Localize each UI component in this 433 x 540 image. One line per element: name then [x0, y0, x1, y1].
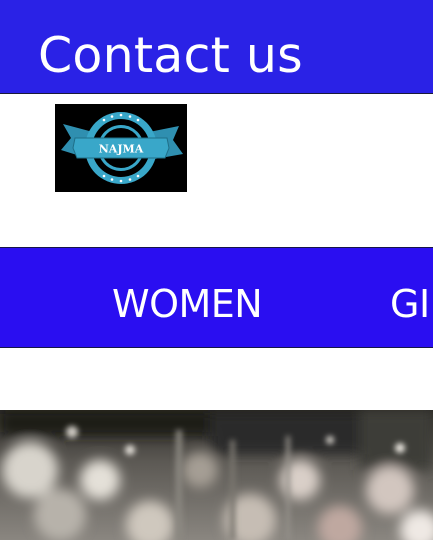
blurred-boutique-photo-icon — [0, 410, 433, 540]
contact-page: Contact us NAJMA WOMEN GI — [0, 0, 433, 540]
nav-item-girls[interactable]: GI — [390, 282, 430, 326]
brand-logo[interactable]: NAJMA — [55, 104, 187, 192]
nav-item-women[interactable]: WOMEN — [112, 282, 263, 326]
category-nav: WOMEN GI — [0, 247, 433, 348]
najma-badge-icon: NAJMA — [55, 104, 187, 192]
page-title: Contact us — [38, 27, 303, 84]
header-banner: Contact us — [0, 0, 433, 94]
hero-image — [0, 410, 433, 540]
logo-text: NAJMA — [99, 143, 144, 156]
